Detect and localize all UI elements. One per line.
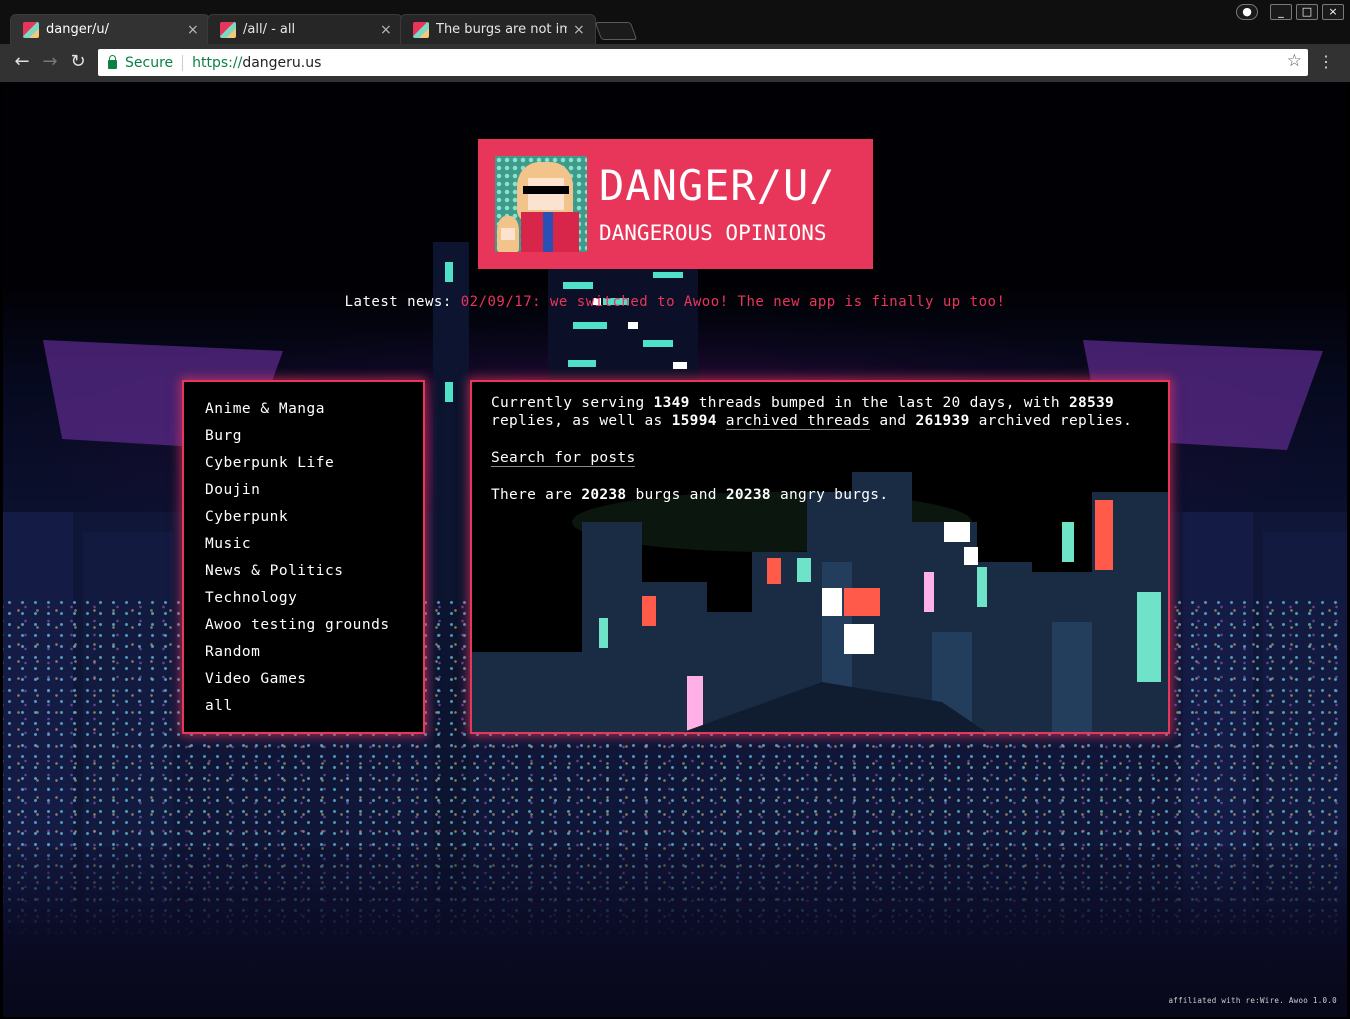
tab-title: The burgs are not im <box>436 22 567 37</box>
board-link-news-politics[interactable]: News & Politics <box>205 558 423 585</box>
tab-burgs[interactable]: The burgs are not im × <box>400 14 596 44</box>
forward-button[interactable]: → <box>38 50 62 74</box>
stats-text: Currently serving 1349 threads bumped in… <box>472 382 1168 504</box>
board-link-anime-manga[interactable]: Anime & Manga <box>205 396 423 423</box>
logo-title: DANGER/U/ <box>599 161 836 210</box>
tab-danger-u[interactable]: danger/u/ × <box>10 14 210 44</box>
tab-title: danger/u/ <box>46 22 110 37</box>
stats-summary: Currently serving 1349 threads bumped in… <box>491 395 1133 430</box>
angry-burgs-count: 20238 <box>725 487 771 503</box>
threads-count: 1349 <box>653 395 690 411</box>
board-link-cyberpunk-life[interactable]: Cyberpunk Life <box>205 450 423 477</box>
burgs-count: 20238 <box>581 487 627 503</box>
board-link-all[interactable]: all <box>205 693 423 720</box>
board-link-doujin[interactable]: Doujin <box>205 477 423 504</box>
address-bar[interactable]: Secure https:// dangeru.us ☆ <box>98 49 1308 76</box>
favicon-icon <box>413 21 429 38</box>
tab-strip: danger/u/ × /all/ - all × The burgs are … <box>0 0 1350 44</box>
close-tab-icon[interactable]: × <box>187 22 199 38</box>
close-window-button[interactable]: × <box>1322 4 1344 20</box>
board-link-video-games[interactable]: Video Games <box>205 666 423 693</box>
footer-affiliation: affiliated with re:Wire. Awoo 1.0.0 <box>1168 996 1337 1005</box>
profile-icon[interactable]: ● <box>1236 4 1258 20</box>
logo-subtitle: DANGEROUS OPINIONS <box>599 221 827 245</box>
favicon-icon <box>23 21 39 38</box>
burgs-summary: There are 20238 burgs and 20238 angry bu… <box>491 487 889 503</box>
divider <box>182 54 184 71</box>
logo-mascot-image <box>495 156 587 252</box>
stats-panel: Currently serving 1349 threads bumped in… <box>470 380 1170 734</box>
board-link-random[interactable]: Random <box>205 639 423 666</box>
board-list-panel: Anime & Manga Burg Cyberpunk Life Doujin… <box>182 380 425 734</box>
news-item: 02/09/17: we switched to Awoo! The new a… <box>460 294 1006 310</box>
url-scheme: https:// <box>192 54 243 71</box>
minimize-button[interactable]: _ <box>1270 4 1292 20</box>
browser-menu-icon[interactable]: ⋮ <box>1318 52 1334 72</box>
tab-all[interactable]: /all/ - all × <box>207 14 403 44</box>
tab-title: /all/ - all <box>243 22 296 37</box>
archived-threads-link[interactable]: archived threads <box>725 413 871 430</box>
browser-chrome: danger/u/ × /all/ - all × The burgs are … <box>0 0 1350 82</box>
security-label: Secure <box>125 54 174 71</box>
back-button[interactable]: ← <box>10 50 34 74</box>
maximize-button[interactable]: □ <box>1296 4 1318 20</box>
archived-threads-count: 15994 <box>671 413 717 429</box>
board-link-awoo-testing[interactable]: Awoo testing grounds <box>205 612 423 639</box>
site-logo[interactable]: DANGER/U/ DANGEROUS OPINIONS <box>478 139 873 269</box>
close-tab-icon[interactable]: × <box>573 22 585 38</box>
lock-icon <box>108 55 117 69</box>
board-link-cyberpunk[interactable]: Cyberpunk <box>205 504 423 531</box>
logo-text: DANGER/U/ DANGEROUS OPINIONS <box>599 161 836 246</box>
board-link-music[interactable]: Music <box>205 531 423 558</box>
search-posts-link[interactable]: Search for posts <box>491 450 636 467</box>
background-ground <box>3 847 1347 1017</box>
archived-replies-count: 261939 <box>915 413 970 429</box>
replies-count: 28539 <box>1068 395 1115 411</box>
news-label: Latest news: <box>344 294 452 310</box>
board-link-burg[interactable]: Burg <box>205 423 423 450</box>
close-tab-icon[interactable]: × <box>380 22 392 38</box>
latest-news: Latest news: 02/09/17: we switched to Aw… <box>3 294 1347 310</box>
page-viewport: DANGER/U/ DANGEROUS OPINIONS Latest news… <box>3 82 1347 1017</box>
favicon-icon <box>220 21 236 38</box>
new-tab-button[interactable] <box>594 22 638 40</box>
reload-button[interactable]: ↻ <box>66 50 90 74</box>
bookmark-star-icon[interactable]: ☆ <box>1287 51 1302 71</box>
url-host: dangeru.us <box>242 54 322 71</box>
board-link-technology[interactable]: Technology <box>205 585 423 612</box>
browser-toolbar: ← → ↻ Secure https:// dangeru.us ☆ ⋮ <box>0 44 1350 82</box>
